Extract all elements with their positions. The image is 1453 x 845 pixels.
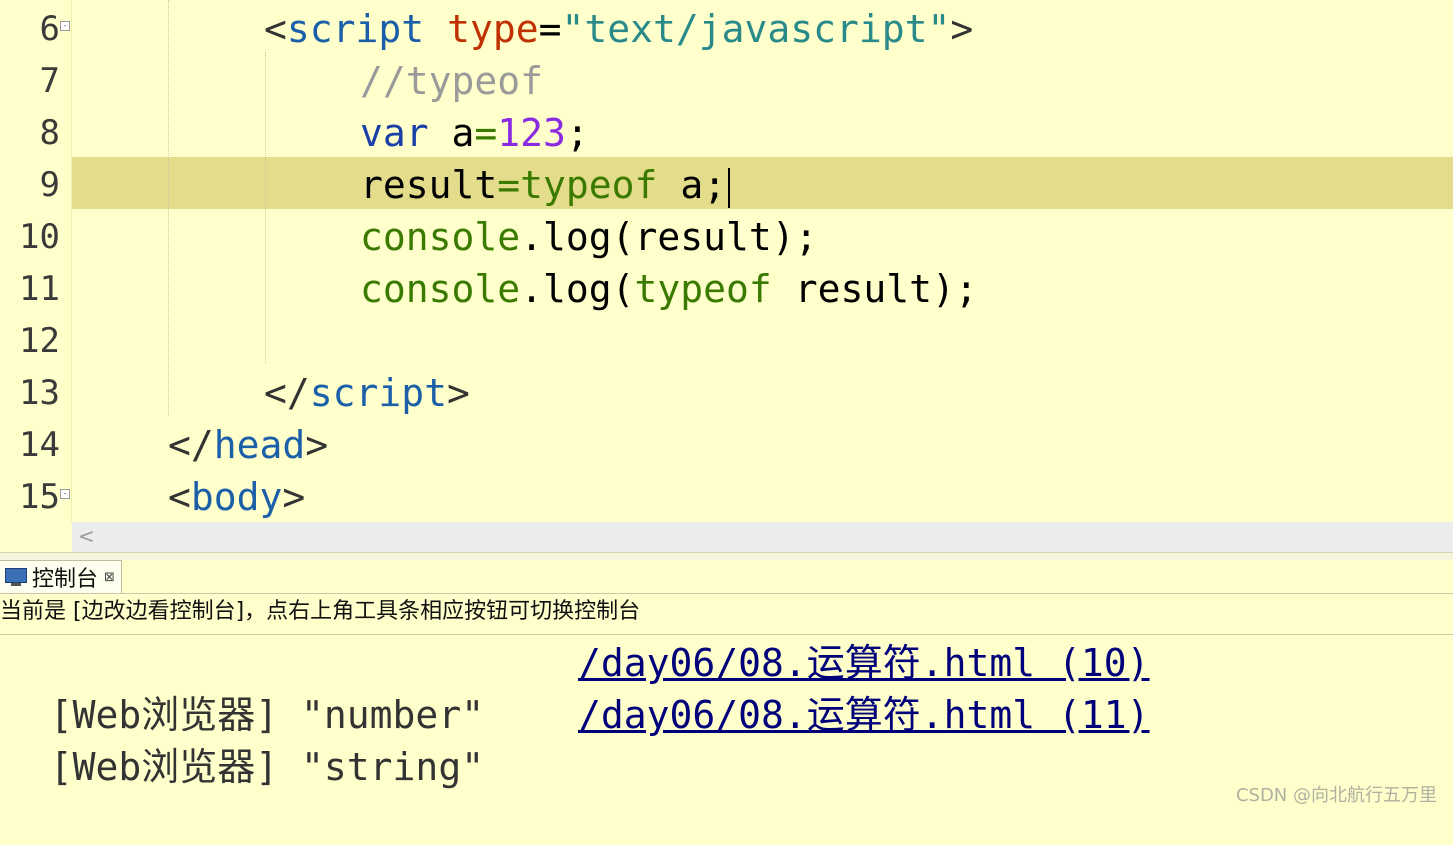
output-value: "string" — [301, 745, 485, 789]
console-tab-bar: 控制台 ⊠ — [0, 560, 1453, 594]
code-line-10[interactable]: console.log(result); — [360, 211, 818, 263]
tab-console-label: 控制台 — [32, 567, 99, 592]
source-link[interactable]: /day06/08.运算符.html (10) — [578, 637, 1150, 689]
console-output-row: [Web浏览器] "string" /day06/08.运算符.html (11… — [4, 689, 1150, 789]
console-hint-text: 当前是 [边改边看控制台]，点右上角工具条相应按钮可切换控制台 — [0, 594, 1453, 635]
indent-guide — [168, 0, 169, 416]
source-link[interactable]: /day06/08.运算符.html (11) — [578, 689, 1150, 741]
fold-collapse-icon[interactable]: - — [60, 489, 70, 499]
line-number: 14 — [19, 425, 60, 465]
scroll-left-arrow-icon[interactable]: < — [78, 524, 95, 548]
line-number: 6 — [39, 9, 60, 49]
text-caret — [728, 167, 731, 208]
code-line-13[interactable]: </script> — [264, 367, 470, 419]
code-line-14[interactable]: </head> — [168, 419, 328, 471]
code-line-9[interactable]: result=typeof a; — [360, 159, 731, 211]
line-number: 12 — [19, 321, 60, 361]
horizontal-scrollbar[interactable]: < — [72, 522, 1453, 552]
code-line-8[interactable]: var a=123; — [360, 107, 589, 159]
line-number: 9 — [39, 165, 60, 205]
line-number: 7 — [39, 61, 60, 101]
line-number-gutter: 6 - 7 8 9 10 11 12 13 14 15 - — [0, 0, 72, 522]
code-editor[interactable]: 6 - 7 8 9 10 11 12 13 14 15 - <script ty… — [0, 0, 1453, 522]
code-line-15[interactable]: <body> — [168, 471, 305, 522]
gutter-separator — [71, 0, 72, 522]
fold-collapse-icon[interactable]: - — [60, 21, 70, 31]
line-number: 11 — [19, 269, 60, 309]
monitor-icon — [4, 567, 28, 587]
console-output-row: [Web浏览器] "number" /day06/08.运算符.html (10… — [4, 637, 1150, 737]
current-line-highlight — [72, 157, 1453, 209]
code-line-7[interactable]: //typeof — [360, 55, 543, 107]
code-line-11[interactable]: console.log(typeof result); — [360, 263, 978, 315]
output-prefix: [Web浏览器] — [49, 745, 279, 789]
line-number: 15 — [19, 477, 60, 517]
close-icon[interactable]: ⊠ — [104, 570, 115, 585]
line-number: 8 — [39, 113, 60, 153]
watermark-text: CSDN @向北航行五万里 — [1235, 785, 1437, 806]
indent-guide — [265, 52, 266, 364]
line-number: 10 — [19, 217, 60, 257]
line-number: 13 — [19, 373, 60, 413]
tab-console[interactable]: 控制台 ⊠ — [0, 560, 122, 593]
code-line-6[interactable]: <script type="text/javascript"> — [264, 3, 973, 55]
